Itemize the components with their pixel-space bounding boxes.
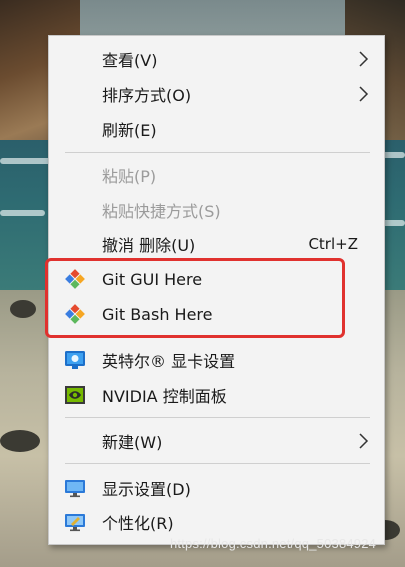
- menu-item-personalize[interactable]: 个性化(R): [49, 505, 384, 539]
- menu-item-label: 排序方式(O): [102, 86, 192, 105]
- menu-item-shortcut: Ctrl+Z: [308, 235, 358, 253]
- menu-item-paste: 粘贴(P): [49, 158, 384, 192]
- menu-item-label: 个性化(R): [102, 514, 174, 533]
- menu-item-sort-by[interactable]: 排序方式(O): [49, 77, 384, 111]
- menu-separator: [65, 417, 370, 418]
- menu-separator: [65, 152, 370, 153]
- personalize-icon: [65, 514, 85, 532]
- menu-separator: [65, 463, 370, 464]
- menu-item-label: 撤消 删除(U): [102, 236, 196, 255]
- menu-item-label: 粘贴(P): [102, 167, 157, 186]
- menu-item-git-bash-here[interactable]: Git Bash Here: [49, 297, 384, 331]
- display-settings-icon: [65, 480, 85, 498]
- menu-item-display-settings[interactable]: 显示设置(D): [49, 471, 384, 505]
- nvidia-icon: [65, 386, 85, 404]
- menu-item-label: 刷新(E): [102, 121, 157, 140]
- intel-graphics-icon: [65, 351, 85, 369]
- menu-item-label: Git GUI Here: [102, 269, 203, 289]
- chevron-right-icon: [359, 51, 369, 67]
- menu-item-label: 英特尔® 显卡设置: [102, 352, 236, 371]
- menu-item-label: NVIDIA 控制面板: [102, 387, 227, 406]
- menu-item-view[interactable]: 查看(V): [49, 42, 384, 76]
- menu-item-label: 粘贴快捷方式(S): [102, 202, 221, 221]
- menu-item-new[interactable]: 新建(W): [49, 424, 384, 458]
- context-menu: 查看(V) 排序方式(O) 刷新(E) 粘贴(P) 粘贴快捷方式(S) 撤消 删…: [45, 35, 385, 545]
- menu-item-label: 查看(V): [102, 51, 158, 70]
- menu-item-undo-delete[interactable]: 撤消 删除(U) Ctrl+Z: [49, 227, 384, 261]
- menu-item-label: 新建(W): [102, 433, 163, 452]
- chevron-right-icon: [359, 86, 369, 102]
- chevron-right-icon: [359, 433, 369, 449]
- menu-item-paste-shortcut: 粘贴快捷方式(S): [49, 193, 384, 227]
- watermark-text: https://blog.csdn.net/qq_50384924: [170, 536, 377, 551]
- menu-item-git-gui-here[interactable]: Git GUI Here: [49, 262, 384, 296]
- menu-item-intel-graphics-settings[interactable]: 英特尔® 显卡设置: [49, 343, 384, 377]
- menu-item-nvidia-control-panel[interactable]: NVIDIA 控制面板: [49, 378, 384, 412]
- menu-item-label: 显示设置(D): [102, 480, 191, 499]
- menu-item-label: Git Bash Here: [102, 304, 213, 324]
- git-icon: [65, 269, 85, 289]
- git-icon: [65, 304, 85, 324]
- menu-item-refresh[interactable]: 刷新(E): [49, 112, 384, 146]
